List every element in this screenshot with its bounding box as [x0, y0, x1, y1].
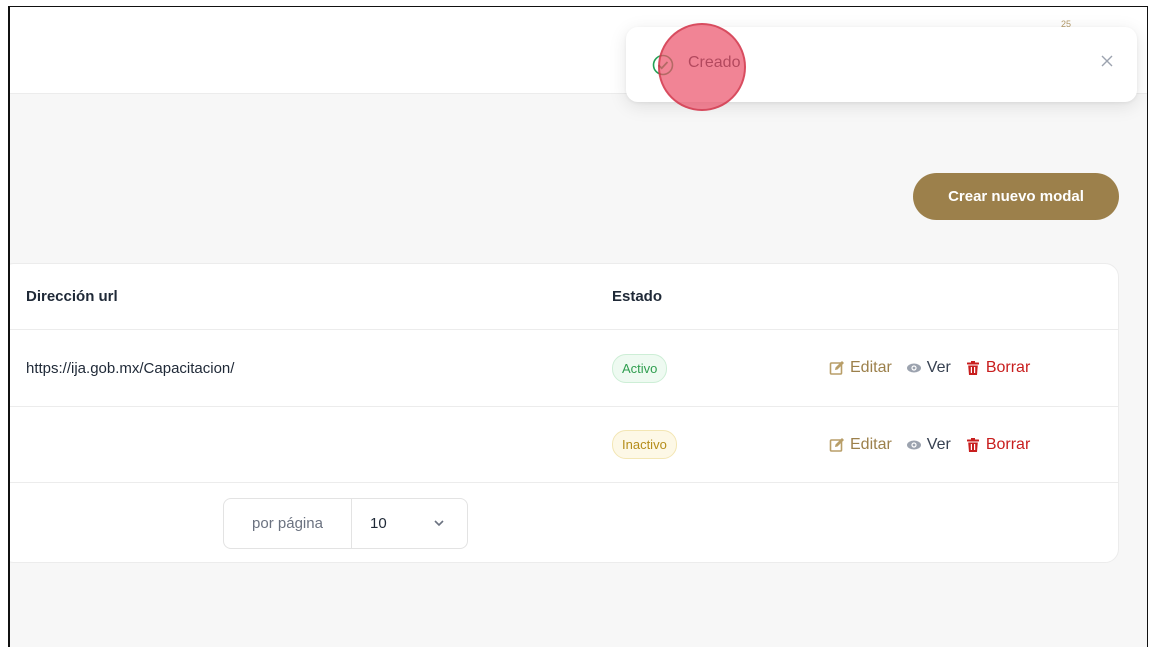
eye-icon [906, 440, 921, 449]
chevron-down-icon [434, 520, 444, 527]
create-modal-button[interactable]: Crear nuevo modal [913, 173, 1119, 220]
trash-icon [966, 437, 979, 452]
eye-icon [906, 363, 921, 373]
per-page-value: 10 [370, 515, 387, 532]
row-actions: Editar Ver Borrar [829, 330, 1030, 406]
per-page-select[interactable]: 10 [352, 499, 467, 548]
modals-table: Dirección url Estado https://ija.gob.mx/… [10, 263, 1119, 563]
check-circle-icon [652, 54, 674, 76]
close-icon[interactable] [1100, 54, 1114, 68]
delete-button[interactable]: Borrar [965, 359, 1030, 377]
status-badge-inactive: Inactivo [612, 430, 677, 459]
edit-button[interactable]: Editar [829, 436, 892, 454]
delete-label: Borrar [985, 435, 1031, 453]
column-header-url[interactable]: Dirección url [26, 264, 118, 329]
delete-button[interactable]: Borrar [965, 436, 1030, 454]
table-row: https://ija.gob.mx/Capacitacion/ Activo … [10, 330, 1118, 407]
state-cell: Inactivo [612, 407, 677, 482]
trash-icon [966, 361, 979, 375]
column-header-state[interactable]: Estado [612, 264, 662, 329]
edit-label: Editar [850, 359, 892, 376]
view-button[interactable]: Ver [906, 359, 951, 377]
edit-icon [829, 361, 844, 375]
app-window: 25 Crear nuevo modal Dirección url Estad… [8, 6, 1148, 647]
toast-message: Creado [688, 54, 741, 71]
success-toast: Creado [626, 27, 1137, 102]
edit-icon [829, 437, 844, 452]
table-header: Dirección url Estado [10, 264, 1118, 330]
per-page-label: por página [224, 499, 352, 548]
url-cell: https://ija.gob.mx/Capacitacion/ [26, 359, 235, 377]
table-row: Inactivo Editar Ver Borrar [10, 407, 1118, 483]
edit-button[interactable]: Editar [829, 359, 892, 377]
state-cell: Activo [612, 330, 668, 406]
edit-label: Editar [850, 435, 892, 453]
view-button[interactable]: Ver [906, 436, 951, 454]
row-actions: Editar Ver Borrar [829, 407, 1030, 482]
delete-label: Borrar [985, 359, 1031, 376]
view-label: Ver [926, 359, 951, 376]
view-label: Ver [926, 435, 951, 453]
per-page-selector[interactable]: por página 10 [223, 498, 468, 549]
status-badge-active: Activo [612, 353, 668, 383]
